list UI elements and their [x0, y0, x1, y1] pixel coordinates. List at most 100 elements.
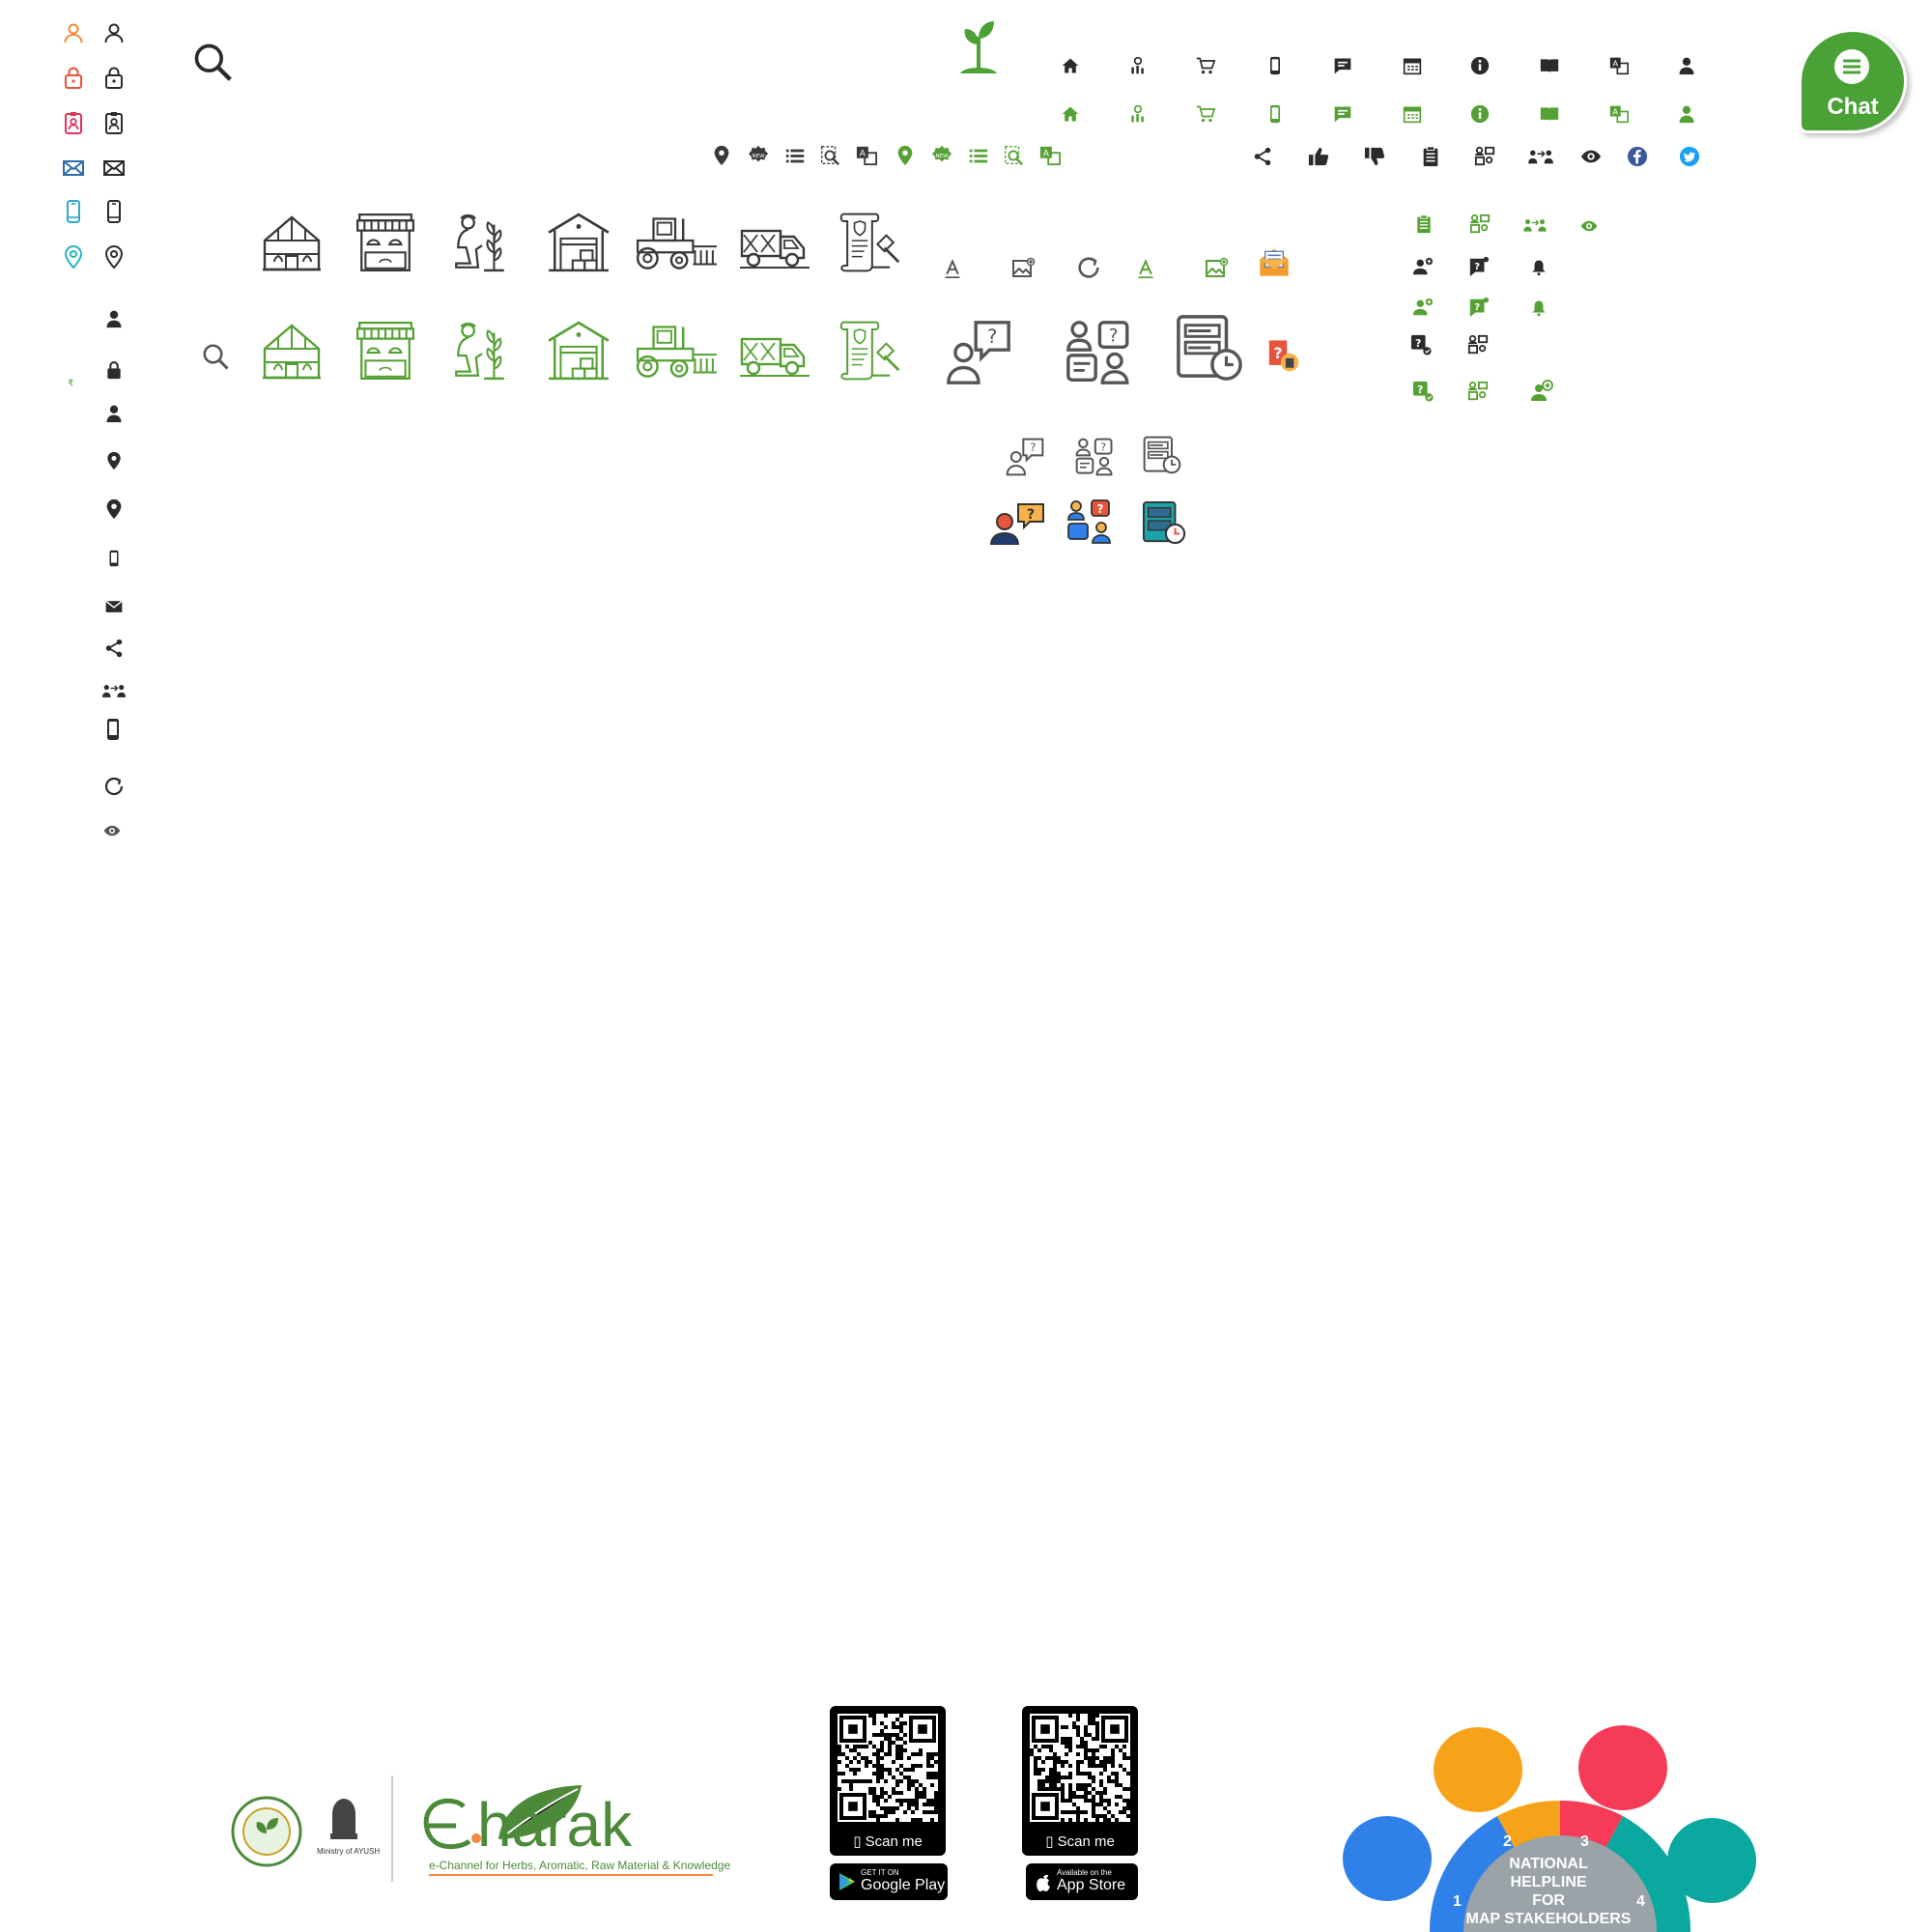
org-chart-icon [1466, 332, 1490, 357]
app-notification-icon [99, 713, 128, 746]
lock-icon [100, 63, 128, 92]
helpline-title: NATIONAL HELPLINE FOR MAP STAKEHOLDERS [1465, 1856, 1632, 1927]
group-question-icon[interactable] [1065, 319, 1132, 386]
helpline-number: 3 [1580, 1833, 1589, 1850]
share-icon[interactable] [1252, 146, 1273, 167]
network-icon [100, 636, 128, 661]
scan-me-label: ▯ Scan me [853, 1833, 923, 1850]
location-pin-icon[interactable] [895, 145, 916, 166]
search-icon[interactable] [199, 340, 232, 373]
calendar-icon[interactable] [1403, 104, 1422, 124]
legal-document-icon[interactable] [829, 211, 912, 274]
pending-query-color-icon [1142, 500, 1186, 545]
facebook-icon[interactable] [1627, 146, 1648, 167]
cart-icon[interactable] [1196, 104, 1215, 124]
truck-icon[interactable] [740, 319, 810, 383]
svg-text:?: ? [1097, 502, 1104, 516]
mobile-icon[interactable] [1265, 104, 1285, 124]
greenhouse-icon[interactable] [261, 211, 323, 274]
info-icon[interactable] [1470, 56, 1490, 75]
refresh-icon [100, 773, 128, 800]
warehouse-icon[interactable] [547, 211, 611, 274]
font-icon[interactable] [941, 255, 964, 282]
warehouse-icon[interactable] [547, 319, 611, 383]
app-store-badge[interactable]: Available on the App Store [1026, 1863, 1138, 1900]
exchange-users-icon[interactable] [1524, 146, 1557, 167]
thumbs-up-icon[interactable] [1308, 146, 1329, 167]
new-badge-icon[interactable] [931, 145, 952, 166]
eye-icon [100, 821, 124, 840]
cart-icon[interactable] [1196, 56, 1215, 75]
search-doc-icon[interactable] [819, 145, 840, 166]
home-icon[interactable] [1061, 56, 1080, 75]
book-icon[interactable] [1540, 56, 1559, 75]
list-icon[interactable] [968, 145, 989, 166]
svg-text:?: ? [1027, 507, 1035, 523]
thumbs-down-icon[interactable] [1364, 146, 1385, 167]
ask-question-icon[interactable] [945, 319, 1012, 386]
chat-button[interactable]: Chat [1799, 29, 1907, 133]
market-stall-icon[interactable] [354, 319, 417, 383]
add-image-icon[interactable] [1202, 255, 1231, 282]
user-add-icon[interactable] [1528, 379, 1555, 404]
message-icon[interactable] [1333, 56, 1352, 75]
eye-icon[interactable] [1580, 146, 1602, 167]
store-small-label: Available on the [1057, 1868, 1112, 1877]
user-icon[interactable] [1677, 56, 1696, 75]
list-icon[interactable] [784, 145, 806, 166]
search-doc-icon[interactable] [1003, 145, 1024, 166]
lock-icon [102, 357, 126, 383]
scan-me-label: ▯ Scan me [1045, 1833, 1115, 1850]
org-chart-icon [1466, 379, 1490, 404]
user-icon[interactable] [1677, 104, 1696, 124]
search-icon[interactable] [189, 39, 236, 85]
qr-code [838, 1714, 938, 1822]
market-stall-icon[interactable] [354, 211, 417, 274]
chart-icon[interactable] [1128, 56, 1148, 75]
refresh-icon[interactable] [1074, 253, 1103, 282]
clipboard-icon[interactable] [1420, 146, 1441, 167]
tractor-icon[interactable] [632, 211, 719, 274]
bell-icon[interactable] [1528, 257, 1549, 278]
greenhouse-icon[interactable] [261, 319, 323, 383]
twitter-icon[interactable] [1679, 146, 1700, 167]
book-icon[interactable] [1540, 104, 1559, 124]
question-message-icon [1466, 255, 1492, 278]
org-chart-icon[interactable] [1474, 146, 1495, 167]
group-question-color-icon: ? [1066, 498, 1113, 545]
ios-qr-card[interactable]: ▯ Scan me [1022, 1706, 1138, 1856]
translate-icon[interactable] [856, 145, 877, 166]
farmer-icon[interactable] [448, 319, 512, 383]
legal-document-icon[interactable] [829, 319, 912, 383]
google-play-badge[interactable]: GET IT ON Google Play [830, 1863, 948, 1900]
exchange-users-icon [1519, 214, 1551, 236]
info-icon[interactable] [1470, 104, 1490, 124]
bell-icon[interactable] [1528, 298, 1549, 319]
chart-icon[interactable] [1128, 104, 1148, 124]
translate-icon[interactable] [1609, 104, 1629, 124]
mobile-icon[interactable] [1265, 56, 1285, 75]
truck-icon[interactable] [740, 211, 810, 274]
add-image-icon[interactable] [1009, 255, 1037, 282]
home-icon[interactable] [1061, 104, 1080, 124]
message-icon[interactable] [1333, 104, 1352, 124]
question-check-icon [1408, 332, 1434, 357]
mobile-icon [100, 195, 128, 228]
mobile-icon: ▯ [853, 1833, 866, 1850]
location-pin-icon[interactable] [711, 145, 732, 166]
calendar-icon[interactable] [1403, 56, 1422, 75]
tractor-icon[interactable] [632, 319, 719, 383]
play-store-icon [838, 1871, 857, 1892]
user-icon [100, 19, 128, 46]
transfer-icon [100, 678, 128, 703]
android-qr-card[interactable]: ▯ Scan me [830, 1706, 946, 1856]
farmer-icon[interactable] [448, 211, 512, 274]
sprout-logo-icon [954, 17, 1003, 75]
new-badge-icon[interactable] [748, 145, 769, 166]
pending-query-icon[interactable] [1175, 313, 1244, 383]
eye-icon[interactable] [1578, 216, 1600, 236]
font-icon[interactable] [1134, 255, 1157, 282]
translate-icon[interactable] [1609, 56, 1629, 75]
translate-icon[interactable] [1039, 145, 1061, 166]
delete-query-icon[interactable] [1265, 338, 1300, 373]
